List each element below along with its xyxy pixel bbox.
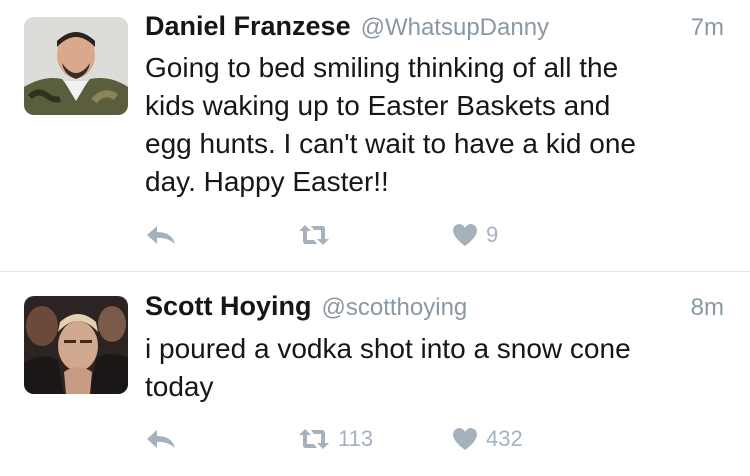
retweet-button[interactable]: 113 (297, 423, 373, 455)
timeline: Daniel Franzese @WhatsupDanny 7m Going t… (0, 0, 750, 476)
avatar[interactable] (24, 296, 128, 394)
timestamp[interactable]: 8m (691, 294, 724, 322)
username-handle[interactable]: @scotthoying (322, 294, 468, 322)
tweet[interactable]: Daniel Franzese @WhatsupDanny 7m Going t… (0, 0, 750, 272)
like-button[interactable]: 9 (451, 219, 498, 251)
tweet-actions: 9 (145, 219, 730, 251)
timestamp[interactable]: 7m (691, 14, 724, 42)
retweet-icon (297, 223, 331, 247)
username-handle[interactable]: @WhatsupDanny (361, 14, 549, 42)
tweet-header: Scott Hoying @scotthoying 8m (145, 291, 724, 325)
reply-icon (145, 427, 177, 451)
tweet-actions: 113 432 (145, 423, 730, 455)
tweet[interactable]: Scott Hoying @scotthoying 8m i poured a … (0, 272, 750, 476)
heart-icon (451, 426, 479, 452)
display-name[interactable]: Scott Hoying (145, 291, 312, 322)
retweet-button[interactable] (297, 219, 338, 251)
retweet-count: 113 (338, 426, 374, 451)
display-name[interactable]: Daniel Franzese (145, 11, 351, 42)
reply-button[interactable] (145, 219, 177, 251)
like-count: 9 (486, 222, 499, 247)
reply-button[interactable] (145, 423, 177, 455)
like-count: 432 (486, 426, 523, 451)
like-button[interactable]: 432 (451, 423, 523, 455)
heart-icon (451, 222, 479, 248)
avatar[interactable] (24, 17, 128, 115)
retweet-icon (297, 427, 331, 451)
reply-icon (145, 223, 177, 247)
tweet-header: Daniel Franzese @WhatsupDanny 7m (145, 11, 724, 45)
tweet-text: i poured a vodka shot into a snow cone t… (145, 333, 631, 402)
tweet-text: Going to bed smiling thinking of all the… (145, 52, 636, 197)
